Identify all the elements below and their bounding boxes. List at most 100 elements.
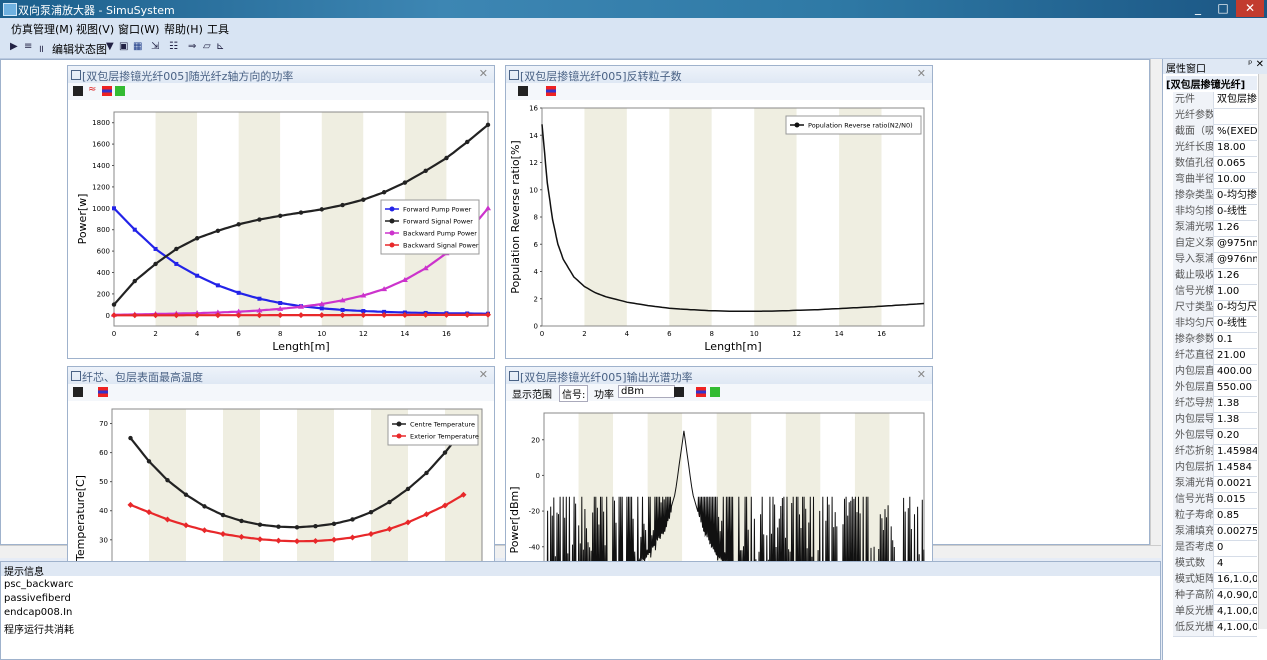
curve-icon[interactable]: ≈ <box>88 84 98 95</box>
property-value[interactable]: @976nm <box>1215 252 1257 268</box>
legend-icon[interactable] <box>546 86 556 96</box>
property-value[interactable]: 0-线性 <box>1215 316 1257 332</box>
pause-icon[interactable]: ॥ <box>38 41 44 55</box>
shape-icon[interactable]: ▱ <box>203 41 211 52</box>
property-value[interactable]: 0.015 <box>1215 492 1257 508</box>
list-icon[interactable]: ☷ <box>169 41 178 52</box>
property-value[interactable]: 4,0.90,0 <box>1215 588 1257 604</box>
unit-select[interactable]: dBm <box>618 385 675 398</box>
property-row[interactable]: 低反光栅 4,1.00,0 <box>1173 620 1257 637</box>
property-row[interactable]: 信号光横 1.00 <box>1173 284 1257 301</box>
signal-select[interactable]: 信号: <box>559 385 589 402</box>
panel-pin-icon[interactable]: ᵖ ✕ <box>1248 59 1264 70</box>
property-row[interactable]: 泵浦光背 0.0021 <box>1173 476 1257 493</box>
color-icon[interactable] <box>710 387 720 397</box>
property-row[interactable]: 泵浦填充 0.00275 <box>1173 524 1257 541</box>
properties-scrollbar[interactable] <box>1258 74 1267 629</box>
property-row[interactable]: 自定义泵@975nm <box>1173 236 1257 253</box>
legend-icon[interactable] <box>98 387 108 397</box>
property-row[interactable]: 纤芯折射 1.45984 <box>1173 444 1257 461</box>
panel-close-icon[interactable]: ✕ <box>917 368 926 381</box>
menu-tools[interactable]: 工具 <box>207 21 229 37</box>
property-value[interactable]: 0 <box>1215 540 1257 556</box>
property-group[interactable]: [双包层掺镱光纤] <box>1166 76 1257 90</box>
save-icon[interactable] <box>73 387 83 397</box>
property-value[interactable]: 0.85 <box>1215 508 1257 524</box>
legend-icon[interactable] <box>696 387 706 397</box>
panel-close-icon[interactable]: ✕ <box>917 67 926 80</box>
property-value[interactable]: %(EXED <box>1215 124 1257 140</box>
property-row[interactable]: 数值孔径 0.065 <box>1173 156 1257 173</box>
property-value[interactable]: 0-均匀掺 <box>1215 188 1257 204</box>
run-icon[interactable]: ▶ <box>10 41 18 52</box>
diagram-icon[interactable]: ▣ <box>119 41 128 52</box>
property-value[interactable]: 双包层掺 <box>1215 92 1257 108</box>
property-row[interactable]: 外包层直 550.00 <box>1173 380 1257 397</box>
menu-window[interactable]: 窗口(W) <box>118 21 159 37</box>
property-row[interactable]: 种子高阶 4,0.90,0 <box>1173 588 1257 605</box>
property-value[interactable]: 0.00275 <box>1215 524 1257 540</box>
property-row[interactable]: 纤芯直径 21.00 <box>1173 348 1257 365</box>
workspace-vertical-scrollbar[interactable] <box>1150 59 1162 545</box>
menu-help[interactable]: 帮助(H) <box>164 21 203 37</box>
property-row[interactable]: 模式数 4 <box>1173 556 1257 573</box>
property-row[interactable]: 光纤参数 <box>1173 108 1257 125</box>
property-row[interactable]: 掺杂参数 0.1 <box>1173 332 1257 349</box>
color-icon[interactable] <box>115 86 125 96</box>
chart-icon[interactable]: ⊾ <box>216 41 224 52</box>
property-row[interactable]: 外包层导 0.20 <box>1173 428 1257 445</box>
dropdown-icon[interactable]: ▼ <box>106 41 114 52</box>
property-row[interactable]: 泵浦光吸 1.26 <box>1173 220 1257 237</box>
property-value[interactable]: 1.00 <box>1215 284 1257 300</box>
grid-icon[interactable]: ▦ <box>133 41 142 52</box>
save-icon[interactable] <box>518 86 528 96</box>
property-row[interactable]: 截止吸收 1.26 <box>1173 268 1257 285</box>
menu-simulation[interactable]: 仿真管理(M) <box>11 21 73 37</box>
property-value[interactable]: 0.065 <box>1215 156 1257 172</box>
property-value[interactable] <box>1215 108 1257 124</box>
property-value[interactable]: 1.26 <box>1215 220 1257 236</box>
export-icon[interactable]: ⇲ <box>151 41 159 52</box>
property-value[interactable]: 0-线性 <box>1215 204 1257 220</box>
property-row[interactable]: 导入泵浦@976nm <box>1173 252 1257 269</box>
property-row[interactable]: 弯曲半径 10.00 <box>1173 172 1257 189</box>
maximize-button[interactable]: □ <box>1211 0 1235 17</box>
property-row[interactable]: 非均匀掺 0-线性 <box>1173 204 1257 221</box>
property-row[interactable]: 信号光背 0.015 <box>1173 492 1257 509</box>
property-value[interactable]: 400.00 <box>1215 364 1257 380</box>
property-row[interactable]: 模式矩阵 16,1.0,0 <box>1173 572 1257 589</box>
property-row[interactable]: 是否考虑 0 <box>1173 540 1257 557</box>
property-value[interactable]: 0.20 <box>1215 428 1257 444</box>
property-row[interactable]: 内包层导 1.38 <box>1173 412 1257 429</box>
property-row[interactable]: 单反光栅 4,1.00,0 <box>1173 604 1257 621</box>
property-row[interactable]: 光纤长度 18.00 <box>1173 140 1257 157</box>
property-value[interactable]: @975nm <box>1215 236 1257 252</box>
legend-icon[interactable] <box>102 86 112 96</box>
property-value[interactable]: 10.00 <box>1215 172 1257 188</box>
property-value[interactable]: 4 <box>1215 556 1257 572</box>
panel-close-icon[interactable]: ✕ <box>479 368 488 381</box>
save-icon[interactable] <box>674 387 684 397</box>
property-value[interactable]: 4,1.00,0 <box>1215 620 1257 636</box>
property-value[interactable]: 0.0021 <box>1215 476 1257 492</box>
property-row[interactable]: 内包层折 1.4584 <box>1173 460 1257 477</box>
property-value[interactable]: 550.00 <box>1215 380 1257 396</box>
save-icon[interactable] <box>73 86 83 96</box>
property-value[interactable]: 1.45984 <box>1215 444 1257 460</box>
property-value[interactable]: 1.26 <box>1215 268 1257 284</box>
property-value[interactable]: 16,1.0,0 <box>1215 572 1257 588</box>
property-row[interactable]: 截面（吸 %(EXED <box>1173 124 1257 141</box>
minimize-button[interactable]: _ <box>1186 0 1210 17</box>
property-value[interactable]: 0.1 <box>1215 332 1257 348</box>
property-value[interactable]: 4,1.00,0 <box>1215 604 1257 620</box>
property-row[interactable]: 掺杂类型 0-均匀掺 <box>1173 188 1257 205</box>
property-row[interactable]: 内包层直 400.00 <box>1173 364 1257 381</box>
property-row[interactable]: 粒子寿命 0.85 <box>1173 508 1257 525</box>
close-button[interactable]: ✕ <box>1236 0 1264 17</box>
property-value[interactable]: 21.00 <box>1215 348 1257 364</box>
property-value[interactable]: 0-均匀尺 <box>1215 300 1257 316</box>
property-value[interactable]: 1.4584 <box>1215 460 1257 476</box>
property-row[interactable]: 元件 双包层掺 <box>1173 92 1257 109</box>
property-row[interactable]: 尺寸类型 0-均匀尺 <box>1173 300 1257 317</box>
property-value[interactable]: 1.38 <box>1215 396 1257 412</box>
